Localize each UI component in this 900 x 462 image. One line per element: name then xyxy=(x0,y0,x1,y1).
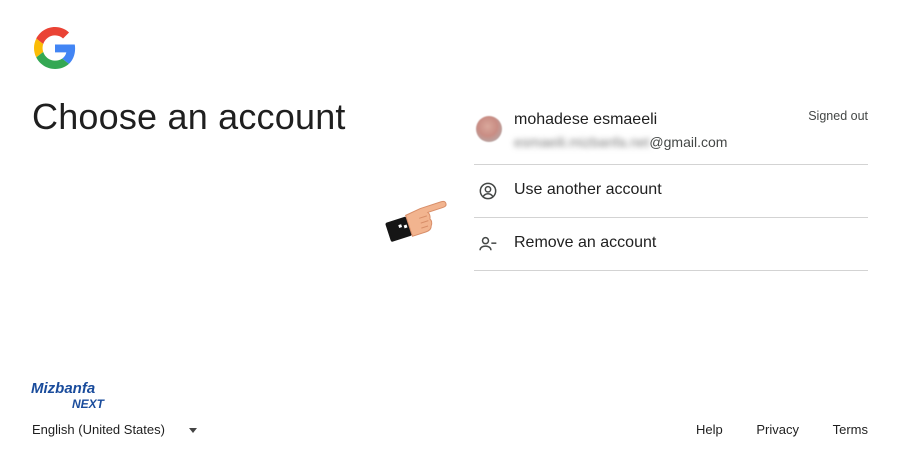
terms-link[interactable]: Terms xyxy=(833,422,868,437)
language-selector[interactable]: English (United States) xyxy=(32,422,165,437)
account-email-redacted: esmaeili.mizbanfa.net xyxy=(514,134,650,150)
use-another-account-label: Use another account xyxy=(514,181,662,198)
person-remove-icon xyxy=(479,236,497,251)
help-link[interactable]: Help xyxy=(696,422,723,437)
chevron-down-icon[interactable] xyxy=(189,428,197,433)
pointing-hand-icon xyxy=(385,200,447,242)
mizbanfa-next-logo: Mizbanfa NEXT xyxy=(31,380,106,411)
brand-line1: Mizbanfa xyxy=(31,380,95,397)
page-title: Choose an account xyxy=(32,96,346,137)
remove-account-button[interactable]: Remove an account xyxy=(474,218,868,271)
account-email-domain: @gmail.com xyxy=(649,134,728,150)
brand-line2: NEXT xyxy=(72,397,106,411)
account-item[interactable]: mohadese esmaeeli esmaeili.mizbanfa.net@… xyxy=(474,98,868,165)
account-list: mohadese esmaeeli esmaeili.mizbanfa.net@… xyxy=(474,98,868,271)
account-email: esmaeili.mizbanfa.net@gmail.com xyxy=(514,134,727,150)
account-circle-icon xyxy=(479,182,497,200)
privacy-link[interactable]: Privacy xyxy=(756,422,799,437)
account-name: mohadese esmaeeli xyxy=(514,111,658,128)
signed-out-status: Signed out xyxy=(808,109,868,123)
google-logo-icon xyxy=(34,27,76,69)
use-another-account-button[interactable]: Use another account xyxy=(474,165,868,218)
avatar xyxy=(476,116,502,142)
remove-account-label: Remove an account xyxy=(514,234,657,251)
footer-links: Help Privacy Terms xyxy=(666,422,868,437)
